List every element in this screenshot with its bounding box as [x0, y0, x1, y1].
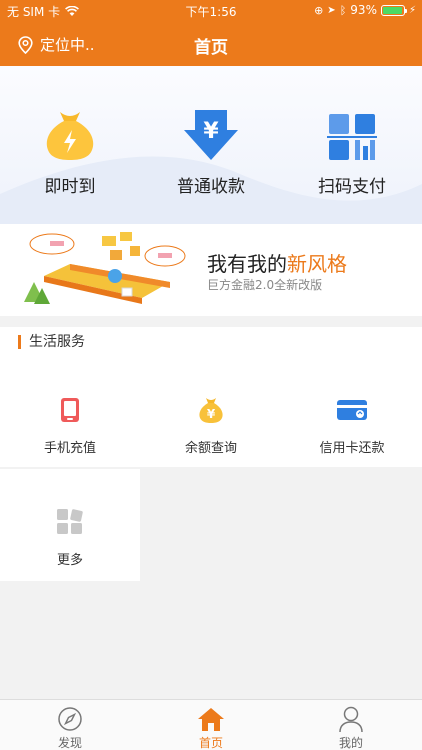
banner-illustration: [24, 232, 186, 304]
service-more[interactable]: 更多: [0, 469, 140, 581]
quick-action-label: 普通收款: [177, 177, 245, 197]
svg-text:¥: ¥: [207, 407, 216, 421]
promo-banner[interactable]: 我有我的新风格 巨方金融2.0全新改版: [0, 224, 422, 316]
service-more-item[interactable]: 更多: [0, 507, 140, 568]
life-services: 生活服务 手机充值 ¥ 余额查询 信用卡还款: [0, 327, 422, 467]
quick-action-receive[interactable]: ¥ 普通收款: [141, 106, 281, 197]
tab-label: 发现: [57, 736, 82, 750]
service-label: 信用卡还款: [319, 441, 385, 456]
banner-title: 我有我的新风格: [207, 248, 347, 277]
service-credit-card-repay[interactable]: 信用卡还款: [282, 395, 422, 456]
navigation-bar: 定位中.. 首页: [0, 26, 422, 62]
charging-icon: ⚡: [408, 4, 416, 16]
quick-action-instant[interactable]: 即时到: [0, 106, 140, 197]
bluetooth-icon: ᛒ: [339, 3, 347, 17]
section-title: 生活服务: [18, 335, 85, 349]
yuan-bag-icon: ¥: [199, 398, 223, 423]
credit-card-icon: [337, 400, 367, 420]
quick-actions: 即时到 ¥ 普通收款 扫码支付: [0, 66, 422, 224]
banner-title-highlight: 新风格: [287, 252, 347, 276]
service-label: 手机充值: [43, 441, 96, 456]
header: 无 SIM 卡 下午1:56 ⊕ ➤ ᛒ 93% ⚡ 定位中.. 首页: [0, 0, 422, 66]
yuan-down-arrow-icon: ¥: [184, 110, 238, 160]
tab-label: 首页: [198, 736, 223, 750]
battery-icon: [380, 4, 407, 16]
user-icon: [339, 706, 363, 733]
tab-mine[interactable]: 我的: [311, 704, 391, 750]
tab-home[interactable]: 首页: [171, 704, 251, 750]
phone-icon: [61, 398, 79, 422]
quick-action-label: 即时到: [44, 177, 96, 197]
home-icon: [198, 708, 224, 731]
status-bar: 无 SIM 卡 下午1:56 ⊕ ➤ ᛒ 93% ⚡: [0, 0, 422, 22]
compass-icon: [58, 707, 82, 731]
qr-code-icon: [327, 114, 377, 160]
service-phone-recharge[interactable]: 手机充值: [0, 395, 140, 456]
service-label: 余额查询: [184, 441, 237, 456]
battery-percent: 93%: [350, 3, 377, 17]
page-title: 首页: [194, 38, 228, 58]
banner-subtitle: 巨方金融2.0全新改版: [207, 278, 323, 292]
service-label: 更多: [56, 553, 83, 568]
grid-icon: [57, 509, 83, 534]
quick-action-scan[interactable]: 扫码支付: [282, 106, 422, 197]
tab-discover[interactable]: 发现: [30, 704, 110, 750]
tab-label: 我的: [338, 736, 363, 750]
orientation-lock-icon: ⊕: [314, 3, 324, 17]
tab-bar: 发现 首页 我的: [0, 699, 422, 750]
location-arrow-icon: ➤: [327, 4, 336, 16]
quick-action-label: 扫码支付: [318, 177, 386, 197]
service-balance-query[interactable]: ¥ 余额查询: [141, 395, 281, 456]
svg-text:¥: ¥: [203, 119, 219, 144]
money-bag-lightning-icon: [46, 112, 94, 160]
banner-title-text: 我有我的: [207, 252, 287, 276]
